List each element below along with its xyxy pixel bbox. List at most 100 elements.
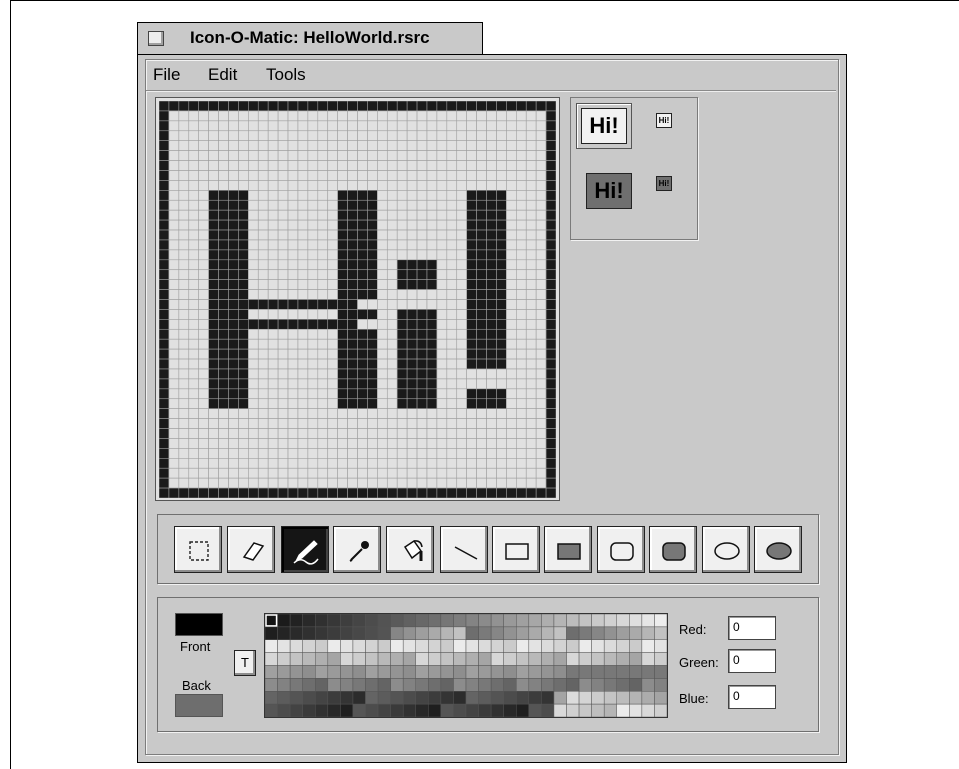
pixel-cell[interactable] bbox=[357, 299, 368, 310]
pixel-cell[interactable] bbox=[208, 378, 219, 390]
pixel-cell[interactable] bbox=[188, 338, 200, 350]
pixel-cell[interactable] bbox=[476, 209, 487, 221]
pixel-cell[interactable] bbox=[188, 130, 200, 142]
pixel-cell[interactable] bbox=[297, 299, 309, 310]
pixel-cell[interactable] bbox=[238, 150, 249, 161]
pixel-cell[interactable] bbox=[198, 279, 209, 290]
palette-color-cell[interactable] bbox=[591, 691, 605, 705]
palette-color-cell[interactable] bbox=[377, 613, 391, 628]
pixel-cell[interactable] bbox=[386, 438, 398, 449]
pixel-cell[interactable] bbox=[426, 388, 438, 400]
palette-color-cell[interactable] bbox=[654, 613, 668, 628]
pixel-cell[interactable] bbox=[347, 348, 358, 360]
pixel-cell[interactable] bbox=[535, 378, 547, 390]
pixel-cell[interactable] bbox=[486, 120, 497, 132]
palette-color-cell[interactable] bbox=[440, 639, 454, 653]
pixel-cell[interactable] bbox=[396, 101, 408, 112]
pixel-cell[interactable] bbox=[307, 309, 319, 320]
pixel-cell[interactable] bbox=[367, 328, 378, 340]
palette-color-cell[interactable] bbox=[629, 678, 643, 692]
pixel-cell[interactable] bbox=[446, 229, 458, 241]
pixel-cell[interactable] bbox=[218, 457, 229, 469]
pixel-cell[interactable] bbox=[257, 160, 269, 171]
pixel-cell[interactable] bbox=[218, 180, 229, 191]
pixel-cell[interactable] bbox=[277, 428, 289, 439]
pixel-cell[interactable] bbox=[476, 328, 487, 340]
pixel-cell[interactable] bbox=[218, 418, 229, 429]
pixel-cell[interactable] bbox=[317, 239, 329, 251]
pixel-cell[interactable] bbox=[377, 110, 388, 122]
pixel-cell[interactable] bbox=[515, 319, 527, 330]
pixel-cell[interactable] bbox=[297, 120, 309, 132]
pixel-cell[interactable] bbox=[347, 229, 358, 241]
pixel-cell[interactable] bbox=[466, 487, 477, 498]
pixel-cell[interactable] bbox=[506, 398, 517, 409]
pixel-cell[interactable] bbox=[535, 438, 547, 449]
pixel-cell[interactable] bbox=[248, 140, 259, 151]
pixel-cell[interactable] bbox=[426, 358, 438, 370]
pixel-cell[interactable] bbox=[188, 348, 200, 360]
pixel-cell[interactable] bbox=[357, 328, 368, 340]
pixel-cell[interactable] bbox=[178, 269, 190, 280]
pixel-cell[interactable] bbox=[515, 428, 527, 439]
pixel-cell[interactable] bbox=[337, 448, 348, 459]
pixel-cell[interactable] bbox=[436, 289, 448, 300]
pixel-cell[interactable] bbox=[317, 299, 329, 310]
pixel-cell[interactable] bbox=[188, 101, 200, 112]
pixel-cell[interactable] bbox=[287, 408, 299, 419]
pixel-cell[interactable] bbox=[307, 209, 319, 221]
pixel-cell[interactable] bbox=[525, 299, 537, 310]
pixel-cell[interactable] bbox=[159, 487, 170, 498]
pixel-cell[interactable] bbox=[436, 160, 448, 171]
pixel-cell[interactable] bbox=[406, 457, 418, 469]
pixel-cell[interactable] bbox=[188, 378, 200, 390]
pixel-cell[interactable] bbox=[218, 477, 229, 489]
pixel-cell[interactable] bbox=[267, 348, 279, 360]
color-palette[interactable] bbox=[264, 613, 668, 718]
palette-color-cell[interactable] bbox=[264, 652, 278, 666]
pixel-cell[interactable] bbox=[248, 398, 259, 409]
pixel-cell[interactable] bbox=[208, 418, 219, 429]
palette-color-cell[interactable] bbox=[415, 691, 429, 705]
pixel-cell[interactable] bbox=[327, 269, 338, 280]
pixel-cell[interactable] bbox=[377, 249, 388, 261]
pixel-cell[interactable] bbox=[476, 229, 487, 241]
palette-color-cell[interactable] bbox=[503, 613, 517, 628]
pixel-cell[interactable] bbox=[506, 309, 517, 320]
pixel-cell[interactable] bbox=[287, 170, 299, 181]
pixel-cell[interactable] bbox=[267, 428, 279, 439]
pixel-cell[interactable] bbox=[277, 239, 289, 251]
pixel-cell[interactable] bbox=[426, 279, 438, 290]
palette-color-cell[interactable] bbox=[616, 678, 630, 692]
pixel-cell[interactable] bbox=[545, 418, 556, 429]
pixel-cell[interactable] bbox=[267, 388, 279, 400]
pixel-cell[interactable] bbox=[277, 378, 289, 390]
palette-color-cell[interactable] bbox=[641, 703, 655, 718]
palette-color-cell[interactable] bbox=[578, 665, 592, 679]
pixel-cell[interactable] bbox=[218, 170, 229, 181]
pixel-cell[interactable] bbox=[466, 388, 477, 400]
pixel-cell[interactable] bbox=[456, 170, 467, 181]
pixel-cell[interactable] bbox=[168, 160, 180, 171]
pixel-cell[interactable] bbox=[317, 279, 329, 290]
pixel-cell[interactable] bbox=[307, 160, 319, 171]
pixel-cell[interactable] bbox=[416, 199, 428, 211]
pixel-cell[interactable] bbox=[297, 190, 309, 201]
palette-color-cell[interactable] bbox=[415, 626, 429, 641]
pixel-cell[interactable] bbox=[168, 259, 180, 271]
pixel-cell[interactable] bbox=[208, 279, 219, 290]
palette-color-cell[interactable] bbox=[264, 613, 278, 628]
pixel-cell[interactable] bbox=[515, 279, 527, 290]
palette-color-cell[interactable] bbox=[478, 626, 492, 641]
pixel-cell[interactable] bbox=[535, 428, 547, 439]
pixel-cell[interactable] bbox=[248, 428, 259, 439]
palette-color-cell[interactable] bbox=[654, 626, 668, 641]
window-title-tab[interactable]: Icon-O-Matic: HelloWorld.rsrc bbox=[137, 22, 483, 54]
pixel-cell[interactable] bbox=[357, 239, 368, 251]
pixel-cell[interactable] bbox=[496, 160, 507, 171]
pixel-cell[interactable] bbox=[396, 448, 408, 459]
pixel-cell[interactable] bbox=[257, 428, 269, 439]
pixel-cell[interactable] bbox=[347, 438, 358, 449]
pixel-cell[interactable] bbox=[486, 279, 497, 290]
pixel-cell[interactable] bbox=[337, 289, 348, 300]
